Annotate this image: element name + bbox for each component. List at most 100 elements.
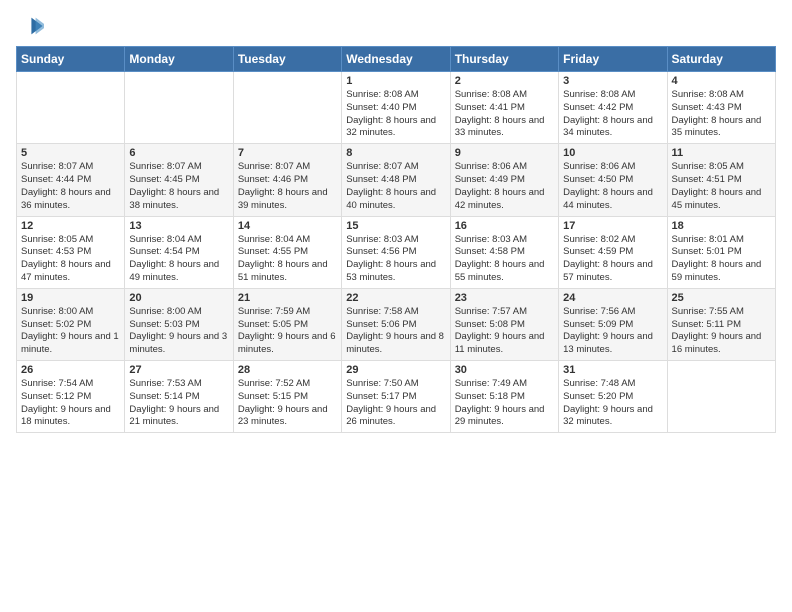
day-info: Sunrise: 8:08 AM Sunset: 4:40 PM Dayligh… <box>346 89 445 140</box>
day-number: 22 <box>346 292 445 304</box>
calendar-week-row: 12 Sunrise: 8:05 AM Sunset: 4:53 PM Dayli… <box>17 216 776 288</box>
table-row: 18 Sunrise: 8:01 AM Sunset: 5:01 PM Dayli… <box>667 216 775 288</box>
day-info: Sunrise: 7:49 AM Sunset: 5:18 PM Dayligh… <box>455 378 554 429</box>
day-number: 9 <box>455 147 554 159</box>
day-info: Sunrise: 8:07 AM Sunset: 4:44 PM Dayligh… <box>21 161 120 212</box>
day-number: 23 <box>455 292 554 304</box>
table-row <box>125 72 233 144</box>
day-info: Sunrise: 8:07 AM Sunset: 4:45 PM Dayligh… <box>129 161 228 212</box>
day-number: 11 <box>672 147 771 159</box>
col-friday: Friday <box>559 47 667 72</box>
day-number: 7 <box>238 147 337 159</box>
logo-icon <box>16 12 44 40</box>
table-row: 30 Sunrise: 7:49 AM Sunset: 5:18 PM Dayli… <box>450 361 558 433</box>
table-row: 3Sunrise: 8:08 AM Sunset: 4:42 PM Daylig… <box>559 72 667 144</box>
day-info: Sunrise: 8:05 AM Sunset: 4:53 PM Dayligh… <box>21 234 120 285</box>
day-number: 31 <box>563 364 662 376</box>
logo <box>16 12 48 40</box>
day-number: 19 <box>21 292 120 304</box>
day-info: Sunrise: 8:08 AM Sunset: 4:43 PM Dayligh… <box>672 89 771 140</box>
day-number: 16 <box>455 220 554 232</box>
table-row: 26 Sunrise: 7:54 AM Sunset: 5:12 PM Dayli… <box>17 361 125 433</box>
col-monday: Monday <box>125 47 233 72</box>
day-info: Sunrise: 8:06 AM Sunset: 4:50 PM Dayligh… <box>563 161 662 212</box>
day-number: 10 <box>563 147 662 159</box>
table-row: 28 Sunrise: 7:52 AM Sunset: 5:15 PM Dayli… <box>233 361 341 433</box>
day-number: 28 <box>238 364 337 376</box>
day-info: Sunrise: 8:06 AM Sunset: 4:49 PM Dayligh… <box>455 161 554 212</box>
table-row: 5 Sunrise: 8:07 AM Sunset: 4:44 PM Daylig… <box>17 144 125 216</box>
table-row: 1 Sunrise: 8:08 AM Sunset: 4:40 PM Daylig… <box>342 72 450 144</box>
day-number: 20 <box>129 292 228 304</box>
day-number: 29 <box>346 364 445 376</box>
day-info: Sunrise: 8:03 AM Sunset: 4:56 PM Dayligh… <box>346 234 445 285</box>
table-row: 8 Sunrise: 8:07 AM Sunset: 4:48 PM Daylig… <box>342 144 450 216</box>
day-info: Sunrise: 8:07 AM Sunset: 4:46 PM Dayligh… <box>238 161 337 212</box>
day-info: Sunrise: 8:03 AM Sunset: 4:58 PM Dayligh… <box>455 234 554 285</box>
day-number: 4 <box>672 75 771 87</box>
day-number: 8 <box>346 147 445 159</box>
table-row: 2 Sunrise: 8:08 AM Sunset: 4:41 PM Daylig… <box>450 72 558 144</box>
day-info: Sunrise: 8:00 AM Sunset: 5:02 PM Dayligh… <box>21 306 120 357</box>
table-row: 19 Sunrise: 8:00 AM Sunset: 5:02 PM Dayli… <box>17 288 125 360</box>
day-info: Sunrise: 7:58 AM Sunset: 5:06 PM Dayligh… <box>346 306 445 357</box>
calendar-header-row: Sunday Monday Tuesday Wednesday Thursday… <box>17 47 776 72</box>
day-info: Sunrise: 8:07 AM Sunset: 4:48 PM Dayligh… <box>346 161 445 212</box>
table-row: 29 Sunrise: 7:50 AM Sunset: 5:17 PM Dayli… <box>342 361 450 433</box>
day-info: Sunrise: 8:04 AM Sunset: 4:55 PM Dayligh… <box>238 234 337 285</box>
table-row: 20 Sunrise: 8:00 AM Sunset: 5:03 PM Dayli… <box>125 288 233 360</box>
day-info: Sunrise: 7:59 AM Sunset: 5:05 PM Dayligh… <box>238 306 337 357</box>
calendar-week-row: 1 Sunrise: 8:08 AM Sunset: 4:40 PM Daylig… <box>17 72 776 144</box>
day-number: 15 <box>346 220 445 232</box>
day-number: 13 <box>129 220 228 232</box>
day-number: 26 <box>21 364 120 376</box>
table-row: 4 Sunrise: 8:08 AM Sunset: 4:43 PM Daylig… <box>667 72 775 144</box>
day-number: 30 <box>455 364 554 376</box>
day-number: 24 <box>563 292 662 304</box>
table-row: 14 Sunrise: 8:04 AM Sunset: 4:55 PM Dayli… <box>233 216 341 288</box>
table-row: 21 Sunrise: 7:59 AM Sunset: 5:05 PM Dayli… <box>233 288 341 360</box>
day-info: Sunrise: 8:01 AM Sunset: 5:01 PM Dayligh… <box>672 234 771 285</box>
calendar-table: Sunday Monday Tuesday Wednesday Thursday… <box>16 46 776 433</box>
col-thursday: Thursday <box>450 47 558 72</box>
day-number: 2 <box>455 75 554 87</box>
table-row: 17Sunrise: 8:02 AM Sunset: 4:59 PM Dayli… <box>559 216 667 288</box>
table-row: 23 Sunrise: 7:57 AM Sunset: 5:08 PM Dayli… <box>450 288 558 360</box>
calendar-week-row: 5 Sunrise: 8:07 AM Sunset: 4:44 PM Daylig… <box>17 144 776 216</box>
day-info: Sunrise: 7:54 AM Sunset: 5:12 PM Dayligh… <box>21 378 120 429</box>
day-info: Sunrise: 7:53 AM Sunset: 5:14 PM Dayligh… <box>129 378 228 429</box>
day-number: 12 <box>21 220 120 232</box>
day-info: Sunrise: 7:50 AM Sunset: 5:17 PM Dayligh… <box>346 378 445 429</box>
table-row: 11Sunrise: 8:05 AM Sunset: 4:51 PM Dayli… <box>667 144 775 216</box>
day-number: 5 <box>21 147 120 159</box>
col-wednesday: Wednesday <box>342 47 450 72</box>
day-info: Sunrise: 7:57 AM Sunset: 5:08 PM Dayligh… <box>455 306 554 357</box>
day-number: 18 <box>672 220 771 232</box>
day-number: 1 <box>346 75 445 87</box>
table-row <box>667 361 775 433</box>
calendar-week-row: 19 Sunrise: 8:00 AM Sunset: 5:02 PM Dayli… <box>17 288 776 360</box>
day-number: 25 <box>672 292 771 304</box>
table-row: 9 Sunrise: 8:06 AM Sunset: 4:49 PM Daylig… <box>450 144 558 216</box>
table-row: 10 Sunrise: 8:06 AM Sunset: 4:50 PM Dayli… <box>559 144 667 216</box>
table-row: 31 Sunrise: 7:48 AM Sunset: 5:20 PM Dayli… <box>559 361 667 433</box>
day-number: 21 <box>238 292 337 304</box>
table-row <box>233 72 341 144</box>
day-info: Sunrise: 8:08 AM Sunset: 4:41 PM Dayligh… <box>455 89 554 140</box>
day-number: 6 <box>129 147 228 159</box>
table-row: 13Sunrise: 8:04 AM Sunset: 4:54 PM Dayli… <box>125 216 233 288</box>
day-number: 27 <box>129 364 228 376</box>
day-number: 14 <box>238 220 337 232</box>
table-row <box>17 72 125 144</box>
day-info: Sunrise: 7:52 AM Sunset: 5:15 PM Dayligh… <box>238 378 337 429</box>
day-info: Sunrise: 8:00 AM Sunset: 5:03 PM Dayligh… <box>129 306 228 357</box>
table-row: 27 Sunrise: 7:53 AM Sunset: 5:14 PM Dayli… <box>125 361 233 433</box>
table-row: 22 Sunrise: 7:58 AM Sunset: 5:06 PM Dayli… <box>342 288 450 360</box>
table-row: 16 Sunrise: 8:03 AM Sunset: 4:58 PM Dayli… <box>450 216 558 288</box>
table-row: 7 Sunrise: 8:07 AM Sunset: 4:46 PM Daylig… <box>233 144 341 216</box>
day-info: Sunrise: 7:48 AM Sunset: 5:20 PM Dayligh… <box>563 378 662 429</box>
header <box>16 12 776 40</box>
day-info: Sunrise: 7:55 AM Sunset: 5:11 PM Dayligh… <box>672 306 771 357</box>
day-info: Sunrise: 7:56 AM Sunset: 5:09 PM Dayligh… <box>563 306 662 357</box>
day-info: Sunrise: 8:02 AM Sunset: 4:59 PM Dayligh… <box>563 234 662 285</box>
